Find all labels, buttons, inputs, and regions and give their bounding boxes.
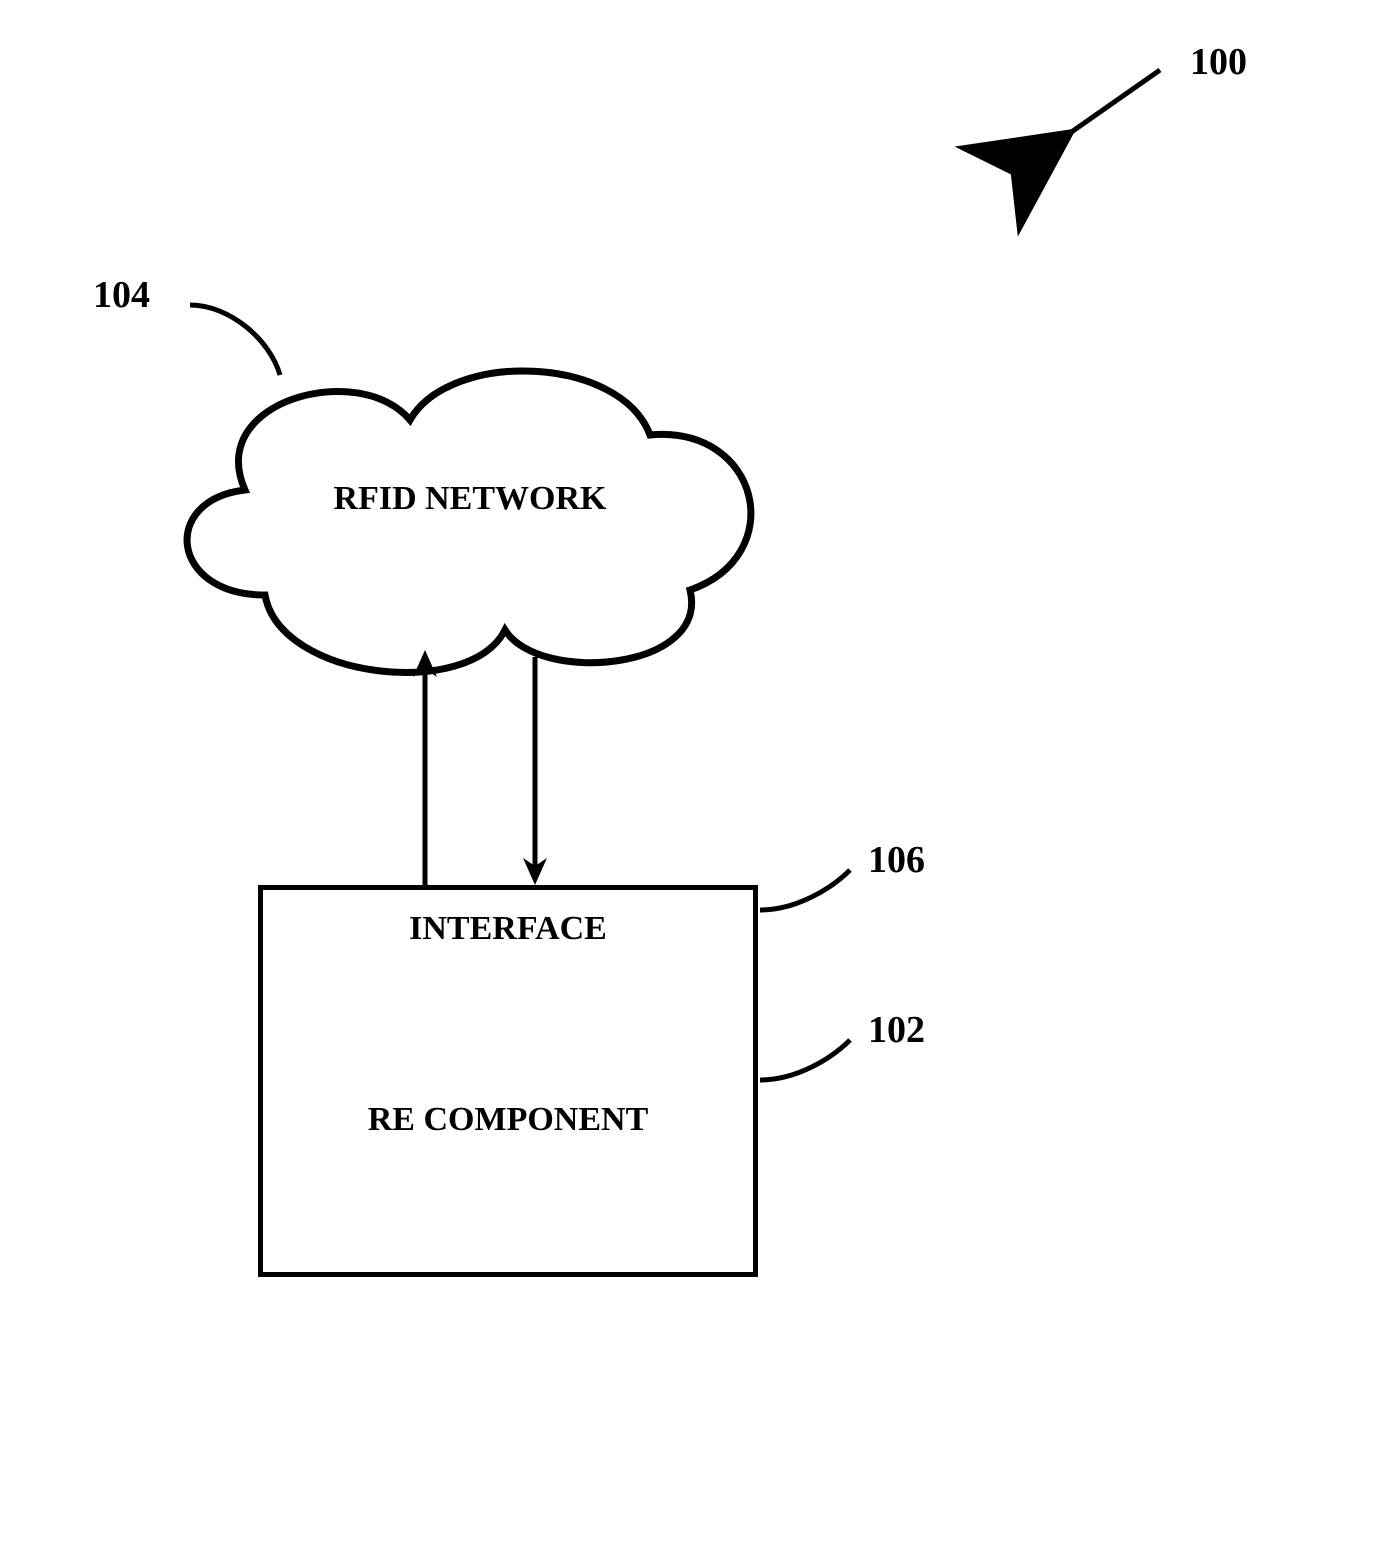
re-component-box: RE COMPONENT bbox=[258, 967, 758, 1277]
ref-104-label: 104 bbox=[93, 273, 150, 317]
ref-106-leader bbox=[755, 865, 885, 925]
ref-104-leader bbox=[130, 290, 300, 390]
ref-102-leader bbox=[755, 1035, 885, 1095]
rfid-network-cloud: RFID NETWORK bbox=[150, 340, 790, 690]
ref-106-label: 106 bbox=[868, 838, 925, 882]
interface-box: INTERFACE bbox=[258, 885, 758, 970]
re-component-label: RE COMPONENT bbox=[368, 1101, 649, 1139]
cloud-label: RFID NETWORK bbox=[150, 480, 790, 518]
ref-100-label: 100 bbox=[1190, 40, 1247, 84]
ref-102-label: 102 bbox=[868, 1008, 925, 1052]
interface-label: INTERFACE bbox=[409, 910, 607, 948]
figure-reference-100: 100 bbox=[1020, 45, 1280, 165]
cloud-interface-arrows bbox=[385, 645, 585, 890]
